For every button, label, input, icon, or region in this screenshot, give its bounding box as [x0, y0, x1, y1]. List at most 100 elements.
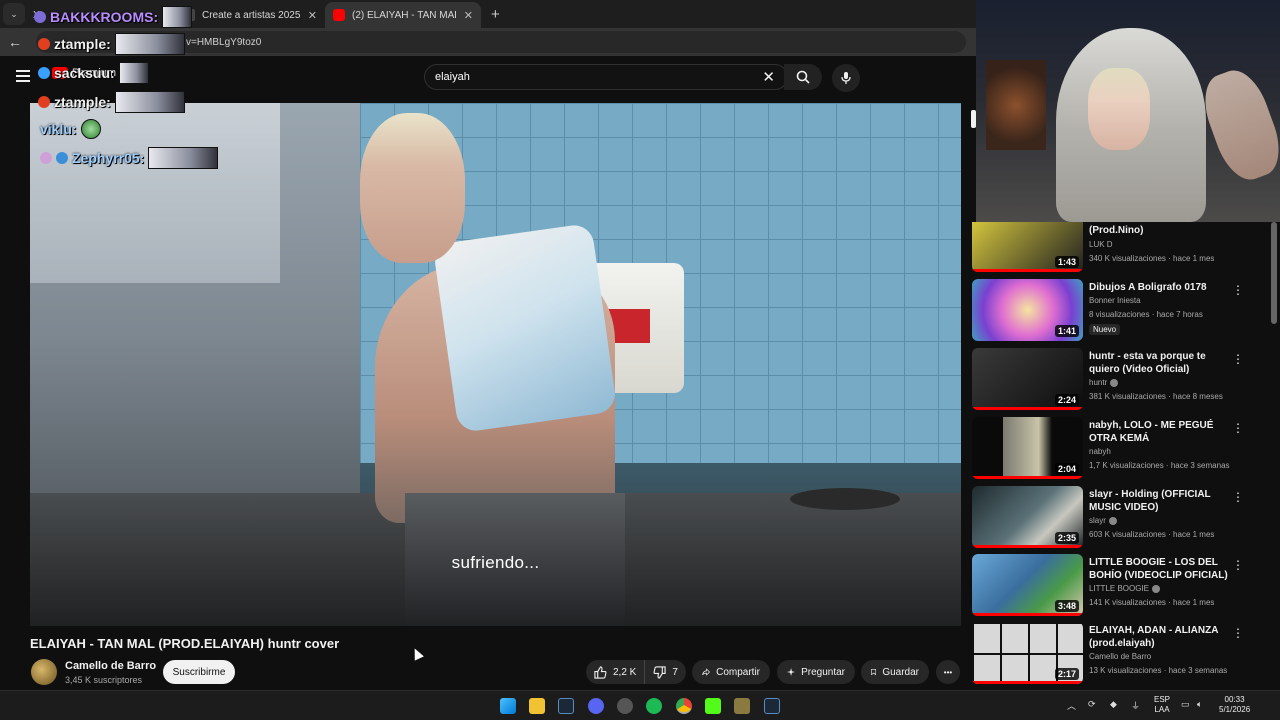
recommendation-channel[interactable]: huntr: [1089, 378, 1119, 387]
save-button[interactable]: Guardar: [861, 660, 929, 684]
thumbs-up-icon: [594, 665, 607, 679]
recommendation-item[interactable]: 2:17 ELAIYAH, ADAN - ALIANZA (prod.elaiy…: [970, 622, 1270, 684]
recommendation-meta: 340 K visualizaciones · hace 1 mes: [1089, 254, 1215, 263]
close-tab-icon[interactable]: ✕: [300, 9, 317, 22]
verified-icon: [1110, 378, 1119, 387]
usb-icon[interactable]: ⏚: [1131, 699, 1140, 712]
tray-chevron-icon[interactable]: ︿: [1067, 699, 1076, 712]
voice-search-button[interactable]: [832, 64, 860, 92]
sync-icon[interactable]: ⟳: [1088, 699, 1096, 710]
more-options-icon[interactable]: ⋮: [1232, 283, 1244, 297]
recommendation-channel[interactable]: slayr: [1089, 516, 1117, 525]
recommendation-title[interactable]: LITTLE BOOGIE - LOS DEL BOHÍO (VIDEOCLIP…: [1089, 556, 1229, 582]
recommendation-item[interactable]: 1:43 (Prod.Nino) LUK D 340 K visualizaci…: [970, 222, 1270, 272]
watched-progress-bar: [972, 407, 1083, 410]
search-input[interactable]: [435, 71, 755, 83]
spotify-icon[interactable]: [646, 698, 662, 714]
sidebar-scrollbar[interactable]: [1271, 222, 1277, 324]
dislike-button[interactable]: 7: [645, 665, 686, 679]
recommendation-channel[interactable]: nabyh: [1089, 447, 1111, 456]
language-indicator[interactable]: ESP LAA: [1154, 695, 1170, 715]
chat-message: ztample:: [38, 33, 185, 55]
duration-badge: 2:04: [1054, 463, 1079, 475]
app-icon[interactable]: [734, 698, 750, 714]
system-clock[interactable]: 00:33 5/1/2026: [1219, 695, 1250, 715]
video-thumbnail[interactable]: 1:41: [972, 279, 1083, 341]
video-thumbnail[interactable]: 3:48: [972, 554, 1083, 616]
recommendation-title[interactable]: (Prod.Nino): [1089, 224, 1229, 237]
recommendation-title[interactable]: ELAIYAH, ADAN - ALIANZA (prod.elaiyah): [1089, 624, 1229, 650]
obs-icon[interactable]: [617, 698, 633, 714]
duration-badge: 2:17: [1054, 668, 1079, 680]
kick-icon[interactable]: [705, 698, 721, 714]
subscribe-button[interactable]: Suscribirme: [163, 660, 235, 684]
discord-icon[interactable]: [588, 698, 604, 714]
watched-progress-bar: [972, 476, 1083, 479]
chat-badge-icon: [56, 152, 68, 164]
more-options-icon[interactable]: ⋮: [1232, 352, 1244, 366]
mouse-cursor-icon: [410, 646, 424, 661]
more-actions-button[interactable]: •••: [936, 660, 960, 684]
recommendation-item[interactable]: 3:48 LITTLE BOOGIE - LOS DEL BOHÍO (VIDE…: [970, 554, 1270, 616]
steam-icon[interactable]: [764, 698, 780, 714]
steam-icon[interactable]: [558, 698, 574, 714]
url-text: v=HMBLgY9toz0: [186, 36, 262, 48]
ask-button[interactable]: Preguntar: [777, 660, 855, 684]
recommendation-title[interactable]: huntr - esta va porque te quiero (Video …: [1089, 350, 1229, 376]
channel-avatar[interactable]: [31, 659, 57, 685]
more-options-icon[interactable]: ⋮: [1232, 490, 1244, 504]
recommendation-meta: 141 K visualizaciones · hace 1 mes: [1089, 598, 1215, 607]
video-thumbnail[interactable]: 2:35: [972, 486, 1083, 548]
recommendation-channel[interactable]: LITTLE BOOGIE: [1089, 584, 1161, 593]
recommendation-item[interactable]: 1:41 Dibujos A Boligrafo 0178 Bonner Ini…: [970, 279, 1270, 341]
back-arrow-icon[interactable]: ←: [0, 34, 30, 50]
tab-search-dropdown[interactable]: ⌄: [3, 3, 25, 25]
like-button[interactable]: 2,2 K: [586, 660, 646, 684]
video-player[interactable]: sufriendo...: [30, 103, 961, 626]
more-options-icon[interactable]: ⋮: [1232, 558, 1244, 572]
sparkle-icon: [787, 667, 796, 677]
duration-badge: 3:48: [1054, 600, 1079, 612]
share-button[interactable]: Compartir: [692, 660, 770, 684]
recommendation-channel[interactable]: Camello de Barro: [1089, 652, 1151, 661]
file-explorer-icon[interactable]: [529, 698, 545, 714]
screen: ⌄ X Create a artistas 2025 Tier List ✕ (…: [0, 0, 1280, 720]
more-options-icon[interactable]: ⋮: [1232, 421, 1244, 435]
recommendation-channel[interactable]: Bonner Iniesta: [1089, 296, 1141, 305]
volume-icon[interactable]: 🔈︎: [1197, 699, 1202, 710]
recommendation-item[interactable]: 2:04 nabyh, LOLO - ME PEGUÉ OTRA KEMÁ na…: [970, 417, 1270, 479]
recommendation-item[interactable]: 2:24 huntr - esta va porque te quiero (V…: [970, 348, 1270, 410]
clear-search-icon[interactable]: ✕: [762, 68, 775, 86]
bookmark-icon: [871, 669, 877, 676]
recommendation-channel[interactable]: LUK D: [1089, 240, 1113, 249]
recommendation-title[interactable]: slayr - Holding (OFFICIAL MUSIC VIDEO): [1089, 488, 1229, 514]
channel-label: slayr: [1089, 516, 1106, 525]
tab-youtube-video[interactable]: (2) ELAIYAH - TAN MAL (PROD.ELAIYAH) hun…: [325, 2, 481, 28]
verified-icon: [1108, 516, 1117, 525]
chat-emote: [148, 147, 219, 169]
recommendation-item[interactable]: 2:35 slayr - Holding (OFFICIAL MUSIC VID…: [970, 486, 1270, 548]
network-icon[interactable]: ▭: [1181, 699, 1190, 710]
video-thumbnail[interactable]: 2:24: [972, 348, 1083, 410]
shield-icon[interactable]: ◆: [1110, 699, 1117, 710]
recommendation-meta: 8 visualizaciones · hace 7 horas: [1089, 310, 1203, 319]
verified-icon: [1152, 584, 1161, 593]
video-thumbnail[interactable]: 1:43: [972, 222, 1083, 272]
chat-message: BAKKKROOMS:: [34, 6, 193, 28]
channel-label: LITTLE BOOGIE: [1089, 584, 1150, 593]
new-tab-icon[interactable]: +: [491, 6, 500, 23]
chat-badge-icon: [38, 67, 50, 79]
menu-icon[interactable]: [16, 70, 30, 82]
search-button[interactable]: [784, 64, 822, 90]
recommendation-title[interactable]: nabyh, LOLO - ME PEGUÉ OTRA KEMÁ: [1089, 419, 1229, 445]
close-tab-icon[interactable]: ✕: [456, 9, 473, 22]
chrome-icon[interactable]: [676, 698, 692, 714]
tab-tier-list[interactable]: Create a artistas 2025 Tier List ✕: [175, 2, 325, 28]
video-thumbnail[interactable]: 2:17: [972, 622, 1083, 684]
recommendation-title[interactable]: Dibujos A Boligrafo 0178: [1089, 281, 1229, 294]
more-options-icon[interactable]: ⋮: [1232, 626, 1244, 640]
start-menu-icon[interactable]: [500, 698, 516, 714]
video-thumbnail[interactable]: 2:04: [972, 417, 1083, 479]
channel-name[interactable]: Camello de Barro: [65, 660, 156, 672]
streamer-hand: [1194, 63, 1280, 187]
